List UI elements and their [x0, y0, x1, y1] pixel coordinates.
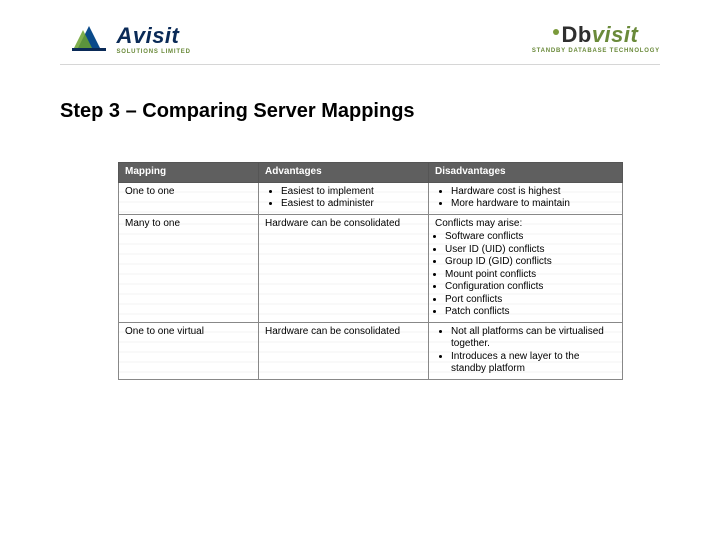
disadv-lead: Conflicts may arise: — [435, 218, 616, 231]
list-item: User ID (UID) conflicts — [445, 244, 616, 257]
slide-title: Step 3 – Comparing Server Mappings — [60, 100, 415, 123]
avisit-mark-icon — [72, 22, 106, 57]
header-divider — [60, 64, 660, 65]
th-disadvantages: Disadvantages — [429, 163, 623, 183]
table-row: One to one virtual Hardware can be conso… — [119, 322, 623, 379]
list-item: Configuration conflicts — [445, 281, 616, 294]
list-item: Software conflicts — [445, 231, 616, 244]
cell-disadvantages: Conflicts may arise: Software conflicts … — [429, 214, 623, 322]
dbvisit-sub: STANDBY DATABASE TECHNOLOGY — [532, 48, 660, 54]
list-item: More hardware to maintain — [451, 198, 616, 211]
slide: Avisit SOLUTIONS LIMITED Dbvisit STANDBY… — [0, 0, 720, 540]
cell-mapping: One to one — [119, 182, 259, 214]
dbvisit-brand-db: Db — [561, 22, 591, 47]
list-item: Patch conflicts — [445, 306, 616, 319]
avisit-brand: Avisit — [116, 25, 190, 47]
list-item: Easiest to implement — [281, 186, 422, 199]
dbvisit-dot-icon — [553, 29, 559, 35]
cell-advantages: Hardware can be consolidated — [259, 322, 429, 379]
header: Avisit SOLUTIONS LIMITED Dbvisit STANDBY… — [0, 18, 720, 66]
cell-advantages: Easiest to implement Easiest to administ… — [259, 182, 429, 214]
avisit-sub: SOLUTIONS LIMITED — [116, 49, 190, 55]
th-advantages: Advantages — [259, 163, 429, 183]
list-item: Mount point conflicts — [445, 269, 616, 282]
th-mapping: Mapping — [119, 163, 259, 183]
dbvisit-logo: Dbvisit STANDBY DATABASE TECHNOLOGY — [532, 24, 660, 54]
table-header-row: Mapping Advantages Disadvantages — [119, 163, 623, 183]
list-item: Introduces a new layer to the standby pl… — [451, 351, 616, 376]
cell-advantages: Hardware can be consolidated — [259, 214, 429, 322]
table-row: Many to one Hardware can be consolidated… — [119, 214, 623, 322]
list-item: Easiest to administer — [281, 198, 422, 211]
list-item: Not all platforms can be virtualised tog… — [451, 326, 616, 351]
comparison-table-wrap: Mapping Advantages Disadvantages One to … — [118, 162, 622, 380]
list-item: Hardware cost is highest — [451, 186, 616, 199]
cell-mapping: Many to one — [119, 214, 259, 322]
cell-disadvantages: Hardware cost is highest More hardware t… — [429, 182, 623, 214]
dbvisit-brand-visit: visit — [592, 22, 639, 47]
table-row: One to one Easiest to implement Easiest … — [119, 182, 623, 214]
list-item: Port conflicts — [445, 294, 616, 307]
comparison-table: Mapping Advantages Disadvantages One to … — [118, 162, 623, 380]
cell-disadvantages: Not all platforms can be virtualised tog… — [429, 322, 623, 379]
avisit-logo: Avisit SOLUTIONS LIMITED — [72, 22, 191, 57]
list-item: Group ID (GID) conflicts — [445, 256, 616, 269]
cell-mapping: One to one virtual — [119, 322, 259, 379]
